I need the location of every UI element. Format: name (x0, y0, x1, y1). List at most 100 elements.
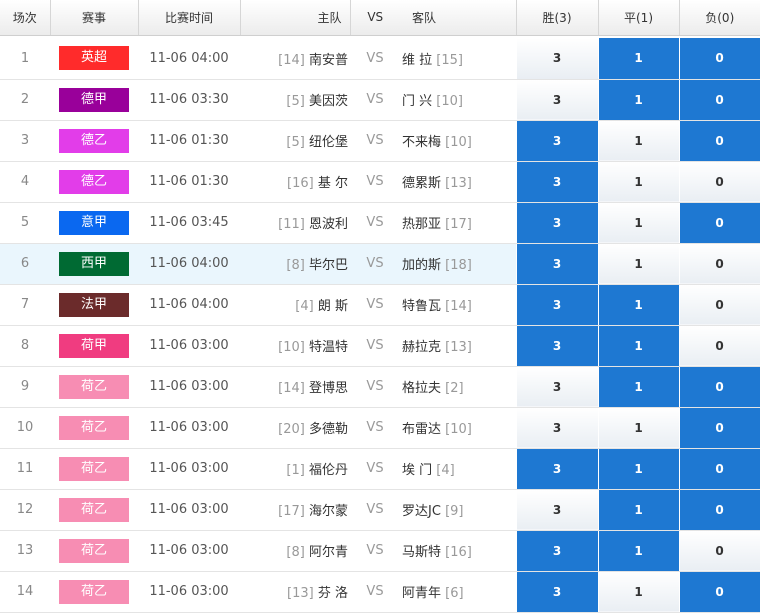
draw-option[interactable]: 1 (597, 161, 680, 203)
league-cell: 英超 (50, 38, 138, 80)
win-option[interactable]: 3 (515, 489, 599, 531)
match-index: 1 (0, 38, 50, 80)
lose-option[interactable]: 0 (678, 448, 760, 490)
lose-option[interactable]: 0 (678, 366, 760, 408)
away-team-name[interactable]: 埃 门 (402, 463, 432, 478)
away-rank: [14] (445, 299, 472, 314)
win-option[interactable]: 3 (515, 120, 599, 162)
away-team-name[interactable]: 德累斯 (402, 176, 441, 191)
away-rank: [18] (445, 258, 472, 273)
home-team-name[interactable]: 南安普 (309, 53, 348, 68)
win-option[interactable]: 3 (515, 366, 599, 408)
draw-option[interactable]: 1 (597, 202, 680, 244)
win-option[interactable]: 3 (515, 161, 599, 203)
draw-option[interactable]: 1 (597, 284, 680, 326)
win-option[interactable]: 3 (515, 38, 599, 80)
win-option[interactable]: 3 (515, 530, 599, 572)
league-badge[interactable]: 荷乙 (59, 456, 129, 481)
win-option[interactable]: 3 (515, 79, 599, 121)
away-team-name[interactable]: 门 兴 (402, 94, 432, 109)
league-badge[interactable]: 荷甲 (59, 333, 129, 358)
draw-option[interactable]: 1 (597, 366, 680, 408)
home-team-name[interactable]: 福伦丹 (309, 463, 348, 478)
home-team-name[interactable]: 美因茨 (309, 94, 348, 109)
win-option[interactable]: 3 (515, 407, 599, 449)
lose-option[interactable]: 0 (678, 161, 760, 203)
home-team-name[interactable]: 朗 斯 (318, 299, 348, 314)
league-badge[interactable]: 德乙 (59, 169, 129, 194)
league-cell: 德乙 (50, 161, 138, 203)
draw-option[interactable]: 1 (597, 571, 680, 613)
league-badge[interactable]: 法甲 (59, 292, 129, 317)
win-option[interactable]: 3 (515, 325, 599, 367)
lose-option[interactable]: 0 (678, 489, 760, 531)
lose-option[interactable]: 0 (678, 79, 760, 121)
lose-option[interactable]: 0 (678, 530, 760, 572)
league-cell: 荷乙 (50, 407, 138, 449)
away-team-cell: 维 拉 [15] (400, 38, 516, 80)
away-team-name[interactable]: 布雷达 (402, 422, 441, 437)
header-vs: VS (350, 0, 400, 36)
draw-option[interactable]: 1 (597, 530, 680, 572)
win-option[interactable]: 3 (515, 202, 599, 244)
table-row: 5 意甲 11-06 03:45 [11] 恩波利 VS 热那亚 [17] 3 1 0 (0, 202, 760, 244)
win-option[interactable]: 3 (515, 284, 599, 326)
home-team-name[interactable]: 纽伦堡 (309, 135, 348, 150)
win-option[interactable]: 3 (515, 243, 599, 285)
away-team-name[interactable]: 维 拉 (402, 53, 432, 68)
away-team-name[interactable]: 罗达JC (402, 504, 441, 519)
draw-option[interactable]: 1 (597, 489, 680, 531)
lose-option[interactable]: 0 (678, 407, 760, 449)
home-team-name[interactable]: 芬 洛 (318, 586, 348, 601)
home-team-name[interactable]: 基 尔 (318, 176, 348, 191)
league-badge[interactable]: 德乙 (59, 128, 129, 153)
lose-option[interactable]: 0 (678, 243, 760, 285)
home-team-name[interactable]: 毕尔巴 (309, 258, 348, 273)
lose-option[interactable]: 0 (678, 38, 760, 80)
draw-option[interactable]: 1 (597, 325, 680, 367)
home-team-name[interactable]: 阿尔青 (309, 545, 348, 560)
away-team-name[interactable]: 热那亚 (402, 217, 441, 232)
draw-option[interactable]: 1 (597, 448, 680, 490)
lose-option[interactable]: 0 (678, 325, 760, 367)
table-row: 7 法甲 11-06 04:00 [4] 朗 斯 VS 特鲁瓦 [14] 3 1 0 (0, 284, 760, 326)
league-badge[interactable]: 荷乙 (59, 538, 129, 563)
away-rank: [10] (445, 135, 472, 150)
away-team-name[interactable]: 格拉夫 (402, 381, 441, 396)
match-time: 11-06 04:00 (138, 243, 240, 285)
draw-option[interactable]: 1 (597, 79, 680, 121)
lose-option[interactable]: 0 (678, 571, 760, 613)
vs-label: VS (350, 489, 400, 531)
league-badge[interactable]: 意甲 (59, 210, 129, 235)
league-badge[interactable]: 西甲 (59, 251, 129, 276)
win-option[interactable]: 3 (515, 448, 599, 490)
league-badge[interactable]: 荷乙 (59, 374, 129, 399)
home-team-name[interactable]: 海尔蒙 (309, 504, 348, 519)
away-team-name[interactable]: 加的斯 (402, 258, 441, 273)
away-team-name[interactable]: 特鲁瓦 (402, 299, 441, 314)
league-badge[interactable]: 英超 (59, 46, 129, 71)
match-time: 11-06 01:30 (138, 120, 240, 162)
away-team-name[interactable]: 不来梅 (402, 135, 441, 150)
win-option[interactable]: 3 (515, 571, 599, 613)
home-team-name[interactable]: 登博思 (309, 381, 348, 396)
home-team-name[interactable]: 多德勒 (309, 422, 348, 437)
league-badge[interactable]: 荷乙 (59, 415, 129, 440)
home-team-name[interactable]: 特温特 (309, 340, 348, 355)
draw-option[interactable]: 1 (597, 407, 680, 449)
lose-option[interactable]: 0 (678, 202, 760, 244)
away-team-name[interactable]: 马斯特 (402, 545, 441, 560)
away-team-name[interactable]: 赫拉克 (402, 340, 441, 355)
lose-option[interactable]: 0 (678, 120, 760, 162)
away-team-name[interactable]: 阿青年 (402, 586, 441, 601)
draw-option[interactable]: 1 (597, 38, 680, 80)
home-team-name[interactable]: 恩波利 (309, 217, 348, 232)
draw-option[interactable]: 1 (597, 120, 680, 162)
draw-option[interactable]: 1 (597, 243, 680, 285)
league-badge[interactable]: 德甲 (59, 87, 129, 112)
lose-option[interactable]: 0 (678, 284, 760, 326)
league-badge[interactable]: 荷乙 (59, 579, 129, 604)
league-badge[interactable]: 荷乙 (59, 497, 129, 522)
match-time: 11-06 03:00 (138, 530, 240, 572)
home-team-cell: [8] 阿尔青 (240, 530, 350, 572)
